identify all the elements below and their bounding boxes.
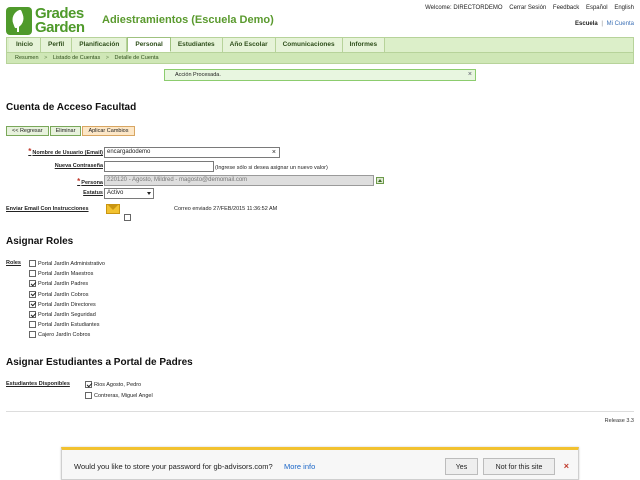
role-label: Portal Jardín Seguridad [38,311,96,318]
back-button[interactable]: << Regresar [6,126,49,136]
delete-button[interactable]: Eliminar [49,126,82,136]
role-checkbox[interactable] [29,331,36,339]
student-item: Rios Agosto, Pedro [85,381,141,388]
tab-ano-escolar[interactable]: Año Escolar [222,38,276,52]
tab-perfil[interactable]: Perfil [40,38,73,52]
school-links-separator: | [601,21,603,27]
role-item: Portal Jardín Padres [29,280,89,288]
role-label: Portal Jardín Directores [38,301,96,308]
envelope-icon[interactable] [106,204,120,214]
role-item: Portal Jardín Maestros [29,270,94,278]
role-checkbox[interactable] [29,280,36,288]
role-checkbox[interactable] [29,321,36,329]
release-version: Release 3.3 [604,418,634,424]
role-item: Portal Jardín Seguridad [29,311,96,318]
role-item: Portal Jardín Estudiantes [29,321,100,329]
password-save-bar: Would you like to store your password fo… [61,447,579,480]
leaf-icon [6,7,32,35]
section-title-roles: Asignar Roles [6,236,74,247]
yes-button[interactable]: Yes [445,458,478,475]
status-label: Estatus [83,190,103,196]
close-icon[interactable]: × [468,70,472,80]
section-title-students: Asignar Estudiantes a Portal de Padres [6,357,193,368]
breadcrumb-resumen[interactable]: Resumen [15,55,39,61]
logo-word-2: Garden [35,19,85,36]
students-label: Estudiantes Disponibles [6,381,70,387]
role-checkbox[interactable] [29,311,36,318]
role-label: Portal Jardín Maestros [38,271,94,278]
school-link[interactable]: Escuela [575,21,598,27]
email-instructions-checkbox[interactable] [124,214,131,221]
student-checkbox[interactable] [85,381,92,388]
role-label: Cajero Jardín Cobros [38,332,91,339]
breadcrumb: Resumen > Listado de Cuentas > Detalle d… [6,52,634,64]
password-hint: (Ingrese sólo si desea asignar un nuevo … [215,165,328,171]
role-item: Cajero Jardín Cobros [29,331,91,339]
role-label: Portal Jardín Cobros [38,291,89,298]
not-for-this-site-button[interactable]: Not for this site [483,458,555,475]
logout-link[interactable]: Cerrar Sesión [509,5,546,11]
my-account-link[interactable]: Mi Cuenta [607,21,634,27]
more-info-link[interactable]: More info [284,462,315,471]
role-label: Portal Jardín Padres [38,281,89,288]
username-label: *Nombre de Usuario (Email) [28,147,103,156]
email-instructions-label: Enviar Email Con Instrucciones [6,206,89,212]
password-save-question: Would you like to store your password fo… [74,462,273,471]
lang-es-link[interactable]: Español [586,5,608,11]
tab-comunicaciones[interactable]: Comunicaciones [275,38,343,52]
password-input[interactable] [104,161,214,172]
person-lookup-button[interactable] [376,177,384,184]
student-label: Rios Agosto, Pedro [94,381,142,388]
welcome-text: Welcome: DIRECTORDEMO [425,5,503,11]
student-checkbox[interactable] [85,391,92,399]
role-item: Portal Jardín Directores [29,300,96,308]
feedback-link[interactable]: Feedback [553,5,579,11]
username-input[interactable]: encargadodemo × [104,147,280,158]
role-item: Portal Jardín Cobros [29,290,89,298]
role-label: Portal Jardín Estudiantes [38,322,100,329]
status-select[interactable]: Activo [104,188,154,199]
student-item: Contreras, Miguel Angel [85,391,153,399]
arrow-up-icon [378,179,382,182]
success-notice: Acción Procesada. × [164,69,476,81]
password-label: Nueva Contraseña [54,163,103,169]
apply-changes-button[interactable]: Aplicar Cambios [82,126,135,136]
role-label: Portal Jardín Administrativo [38,260,105,267]
breadcrumb-detalle: Detalle de Cuenta [114,55,159,61]
footer-divider [6,411,634,412]
action-buttons: << Regresar Eliminar Aplicar Cambios [6,126,135,136]
required-marker: * [28,147,32,156]
role-checkbox[interactable] [29,290,36,298]
tab-planificacion[interactable]: Planificación [72,38,128,52]
person-label: *Persona [77,177,103,186]
role-checkbox[interactable] [29,270,36,278]
section-title-account: Cuenta de Acceso Facultad [6,102,137,113]
role-item: Portal Jardín Administrativo [29,260,105,267]
required-marker: * [77,177,81,186]
email-sent-text: Correo enviado 27/FEB/2015 11:36:52 AM [174,206,278,212]
breadcrumb-separator: > [44,55,48,61]
app-title: Adiestramientos (Escuela Demo) [102,14,274,26]
tab-inicio[interactable]: Inicio [9,38,41,52]
student-label: Contreras, Miguel Angel [94,392,153,399]
person-field[interactable]: 220120 - Agosto, Mildred - magosto@demom… [104,175,374,186]
chevron-down-icon [147,192,151,195]
tab-estudiantes[interactable]: Estudiantes [170,38,223,52]
school-links: Escuela | Mi Cuenta [575,21,634,27]
main-nav: Inicio Perfil Planificación Personal Est… [6,37,634,52]
role-checkbox[interactable] [29,300,36,308]
tab-informes[interactable]: Informes [342,38,386,52]
clear-icon[interactable]: × [272,148,276,157]
roles-label: Roles [6,260,21,266]
grades-garden-logo: Grades Garden [6,6,94,36]
top-bar: Welcome: DIRECTORDEMO Cerrar Sesión Feed… [420,5,634,11]
breadcrumb-listado[interactable]: Listado de Cuentas [53,55,100,61]
breadcrumb-separator: > [105,55,109,61]
notice-text: Acción Procesada. [175,72,221,78]
lang-en-link[interactable]: English [614,5,634,11]
tab-personal[interactable]: Personal [127,37,171,52]
role-checkbox[interactable] [29,260,36,267]
close-icon[interactable]: × [564,461,569,471]
